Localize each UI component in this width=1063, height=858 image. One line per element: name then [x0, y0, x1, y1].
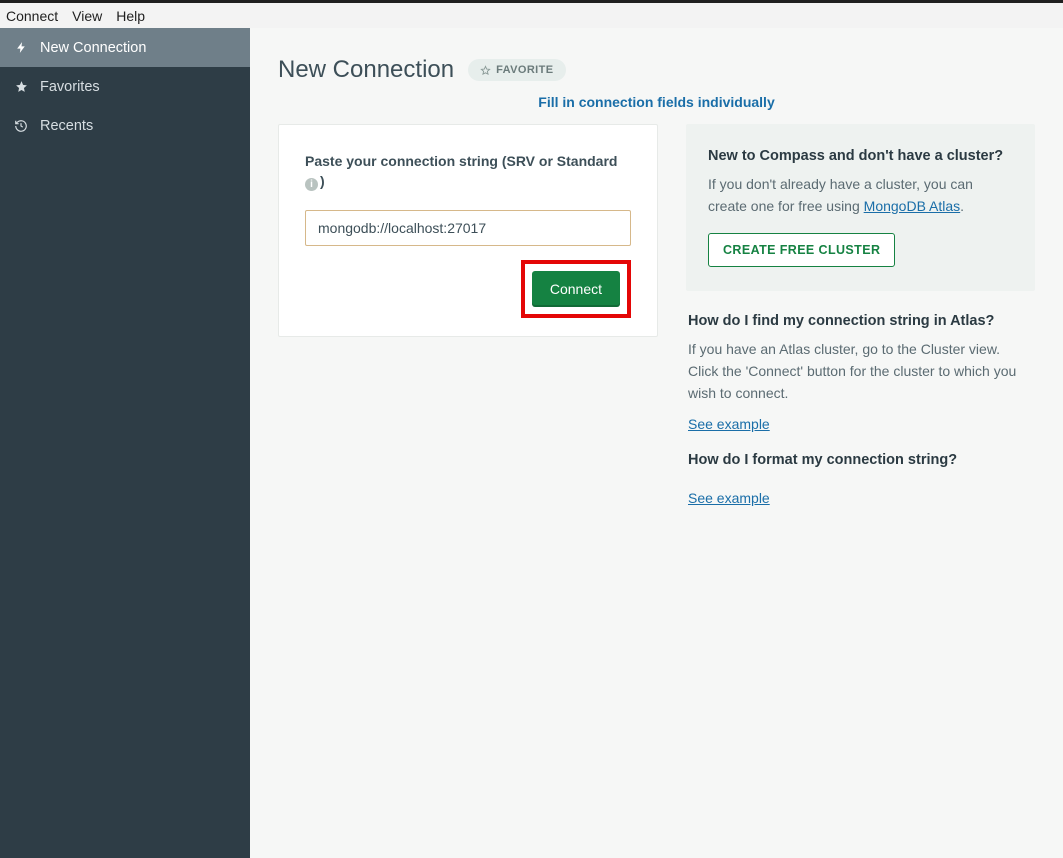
see-example-link[interactable]: See example — [688, 490, 770, 506]
connection-input-label: Paste your connection string (SRV or Sta… — [305, 151, 631, 192]
sidebar-item-label: New Connection — [40, 40, 146, 56]
connection-string-input[interactable] — [305, 210, 631, 246]
sidebar-item-label: Recents — [40, 118, 93, 134]
menu-connect[interactable]: Connect — [6, 8, 58, 24]
connection-card: Paste your connection string (SRV or Sta… — [278, 124, 658, 337]
faq-find-connection-string: How do I find my connection string in At… — [688, 313, 1033, 432]
favorite-label: FAVORITE — [496, 64, 553, 76]
menu-help[interactable]: Help — [116, 8, 145, 24]
bolt-icon — [14, 41, 28, 54]
promo-heading: New to Compass and don't have a cluster? — [708, 148, 1013, 164]
menubar: Connect View Help — [0, 3, 1063, 28]
see-example-link[interactable]: See example — [688, 416, 770, 432]
connect-button-highlight: Connect — [521, 260, 631, 318]
promo-text: If you don't already have a cluster, you… — [708, 174, 1013, 217]
sidebar: New Connection Favorites Recents — [0, 28, 250, 858]
sidebar-item-label: Favorites — [40, 79, 100, 95]
atlas-link[interactable]: MongoDB Atlas — [864, 198, 961, 214]
connect-button[interactable]: Connect — [532, 271, 620, 307]
sidebar-item-new-connection[interactable]: New Connection — [0, 28, 250, 67]
info-icon[interactable]: i — [305, 178, 318, 191]
page-title: New Connection — [278, 56, 454, 84]
favorite-button[interactable]: FAVORITE — [468, 59, 565, 81]
fill-fields-link[interactable]: Fill in connection fields individually — [278, 94, 1035, 110]
faq-heading: How do I format my connection string? — [688, 452, 1033, 468]
history-icon — [14, 119, 28, 133]
promo-panel: New to Compass and don't have a cluster?… — [686, 124, 1035, 291]
faq-format-connection-string: How do I format my connection string? Se… — [688, 452, 1033, 506]
sidebar-item-favorites[interactable]: Favorites — [0, 67, 250, 106]
faq-heading: How do I find my connection string in At… — [688, 313, 1033, 329]
label-text: Paste your connection string (SRV or Sta… — [305, 153, 617, 169]
main-content: New Connection FAVORITE Fill in connecti… — [250, 28, 1063, 858]
sidebar-item-recents[interactable]: Recents — [0, 106, 250, 145]
label-paren-close: ) — [320, 173, 325, 189]
star-outline-icon — [480, 65, 491, 76]
menu-view[interactable]: View — [72, 8, 102, 24]
faq-text: If you have an Atlas cluster, go to the … — [688, 339, 1033, 404]
star-icon — [14, 80, 28, 93]
promo-text-post: . — [960, 198, 964, 214]
create-free-cluster-button[interactable]: CREATE FREE CLUSTER — [708, 233, 895, 267]
